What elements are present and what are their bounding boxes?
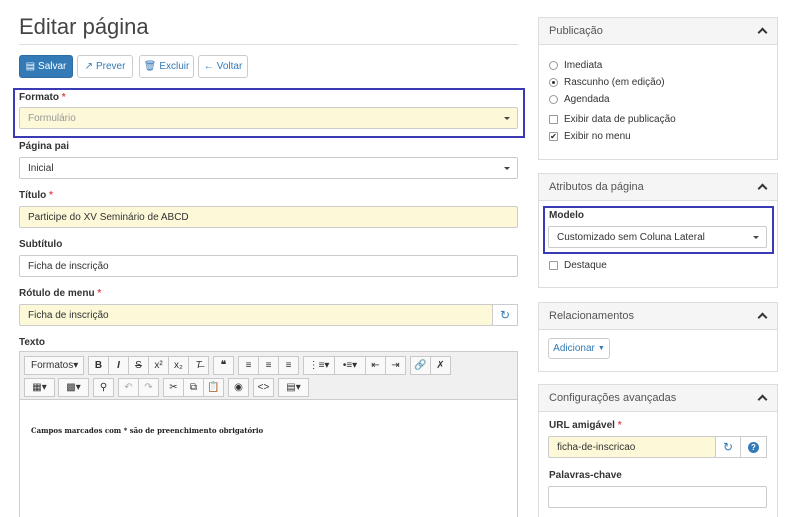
unlink-icon[interactable]: ✗ [430, 356, 451, 375]
align-center-icon[interactable]: ≡ [258, 356, 279, 375]
radio-imediata[interactable]: Imediata [549, 60, 602, 71]
editor-content[interactable]: Campos marcados com * são de preenchimen… [31, 426, 263, 435]
cut-icon[interactable]: ✂ [163, 378, 184, 397]
keywords-label: Palavras-chave [549, 470, 622, 481]
chevron-up-icon[interactable] [757, 182, 767, 192]
floppy-icon: ▤ [25, 60, 36, 72]
publicacao-panel-header[interactable]: Publicação [539, 18, 777, 45]
copy-icon[interactable]: ⧉ [183, 378, 204, 397]
subscript-icon[interactable]: x₂ [168, 356, 189, 375]
chevron-down-icon [504, 167, 510, 170]
clear-format-icon[interactable]: T̶ [188, 356, 209, 375]
bullet-list-icon[interactable]: •≡▾ [334, 356, 366, 375]
link-icon[interactable]: 🔗 [410, 356, 431, 375]
page-title: Editar página [19, 14, 149, 39]
strikethrough-icon[interactable]: S [128, 356, 149, 375]
refresh-icon: ↻ [499, 308, 511, 322]
subtitulo-label: Subtítulo [19, 239, 63, 250]
blockquote-icon[interactable]: ❝ [213, 356, 234, 375]
outdent-icon[interactable]: ⇤ [365, 356, 386, 375]
radio-rascunho[interactable]: Rascunho (em edição) [549, 77, 665, 88]
titulo-label: Título * [19, 190, 53, 201]
refresh-icon: ↻ [722, 440, 734, 454]
align-left-icon[interactable]: ≡ [238, 356, 259, 375]
arrow-left-icon: ← [203, 60, 214, 72]
indent-icon[interactable]: ⇥ [385, 356, 406, 375]
url-refresh-button[interactable]: ↻ [715, 436, 741, 458]
rich-text-editor[interactable]: Formatos ▾ B I S x² x₂ T̶ ❝ ≡ ≡ ≡ ⋮≡▾ •≡▾… [19, 351, 518, 517]
numbered-list-icon[interactable]: ⋮≡▾ [303, 356, 335, 375]
formato-label: Formato * [19, 92, 66, 103]
bold-icon[interactable]: B [88, 356, 109, 375]
template-icon[interactable]: ▤▾ [278, 378, 309, 397]
radio-agendada[interactable]: Agendada [549, 94, 610, 105]
table-icon[interactable]: ▦▾ [24, 378, 55, 397]
texto-label: Texto [19, 337, 45, 348]
chevron-down-icon [753, 236, 759, 239]
preview-button[interactable]: ↗ Prever [77, 55, 133, 78]
checkbox-exibir-data[interactable]: Exibir data de publicação [549, 114, 676, 125]
url-input[interactable]: ficha-de-inscricao [548, 436, 716, 458]
checkbox[interactable]: ✔ [549, 132, 558, 141]
media-icon[interactable]: ▩▾ [58, 378, 89, 397]
redo-icon[interactable]: ↷ [138, 378, 159, 397]
radio-button[interactable] [549, 95, 558, 104]
italic-icon[interactable]: I [108, 356, 129, 375]
code-icon[interactable]: <> [253, 378, 274, 397]
trash-icon: 🗑 [143, 60, 157, 72]
chevron-down-icon: ▾ [73, 360, 79, 371]
atributos-panel-header[interactable]: Atributos da página [539, 174, 777, 201]
pagina-pai-label: Página pai [19, 141, 70, 152]
title-divider [19, 44, 518, 45]
relacionamentos-panel-header[interactable]: Relacionamentos [539, 303, 777, 330]
refresh-button[interactable]: ↻ [492, 304, 518, 326]
chevron-up-icon[interactable] [757, 26, 767, 36]
chevron-up-icon[interactable] [757, 393, 767, 403]
delete-button[interactable]: 🗑 Excluir [139, 55, 194, 78]
publicacao-panel: Publicação Imediata Rascunho (em edição)… [538, 17, 778, 160]
editor-toolbar: Formatos ▾ B I S x² x₂ T̶ ❝ ≡ ≡ ≡ ⋮≡▾ •≡▾… [20, 352, 517, 400]
radio-button[interactable] [549, 61, 558, 70]
modelo-select[interactable]: Customizado sem Coluna Lateral [548, 226, 767, 248]
titulo-input[interactable]: Participe do XV Seminário de ABCD [19, 206, 518, 228]
checkbox-exibir-menu[interactable]: ✔ Exibir no menu [549, 131, 631, 142]
find-replace-icon[interactable]: ⚲ [93, 378, 114, 397]
align-right-icon[interactable]: ≡ [278, 356, 299, 375]
keywords-input[interactable] [548, 486, 767, 508]
external-link-icon: ↗ [84, 60, 93, 72]
checkbox-destaque[interactable]: Destaque [549, 260, 607, 271]
config-panel-header[interactable]: Configurações avançadas [539, 385, 777, 412]
relacionamentos-panel: Relacionamentos Adicionar ▼ [538, 302, 778, 372]
radio-button[interactable] [549, 78, 558, 87]
checkbox[interactable] [549, 261, 558, 270]
binoculars-icon[interactable]: ◉ [228, 378, 249, 397]
chevron-down-icon [504, 117, 510, 120]
modelo-label: Modelo [549, 210, 584, 221]
subtitulo-input[interactable]: Ficha de inscrição [19, 255, 518, 277]
formats-dropdown[interactable]: Formatos ▾ [24, 356, 84, 375]
paste-icon[interactable]: 📋 [203, 378, 224, 397]
back-button[interactable]: ← Voltar [198, 55, 248, 78]
undo-icon[interactable]: ↶ [118, 378, 139, 397]
superscript-icon[interactable]: x² [148, 356, 169, 375]
formato-select[interactable]: Formulário [19, 107, 518, 129]
rotulo-menu-label: Rótulo de menu * [19, 288, 102, 299]
pagina-pai-select[interactable]: Inicial [19, 157, 518, 179]
question-icon: ? [748, 441, 759, 453]
url-label: URL amigável * [549, 420, 622, 431]
chevron-up-icon[interactable] [757, 311, 767, 321]
rotulo-menu-input[interactable]: Ficha de inscrição [19, 304, 493, 326]
chevron-down-icon: ▼ [597, 345, 605, 352]
adicionar-button[interactable]: Adicionar ▼ [548, 338, 610, 359]
checkbox[interactable] [549, 115, 558, 124]
save-button[interactable]: ▤ Salvar [19, 55, 73, 78]
help-button[interactable]: ? [740, 436, 767, 458]
